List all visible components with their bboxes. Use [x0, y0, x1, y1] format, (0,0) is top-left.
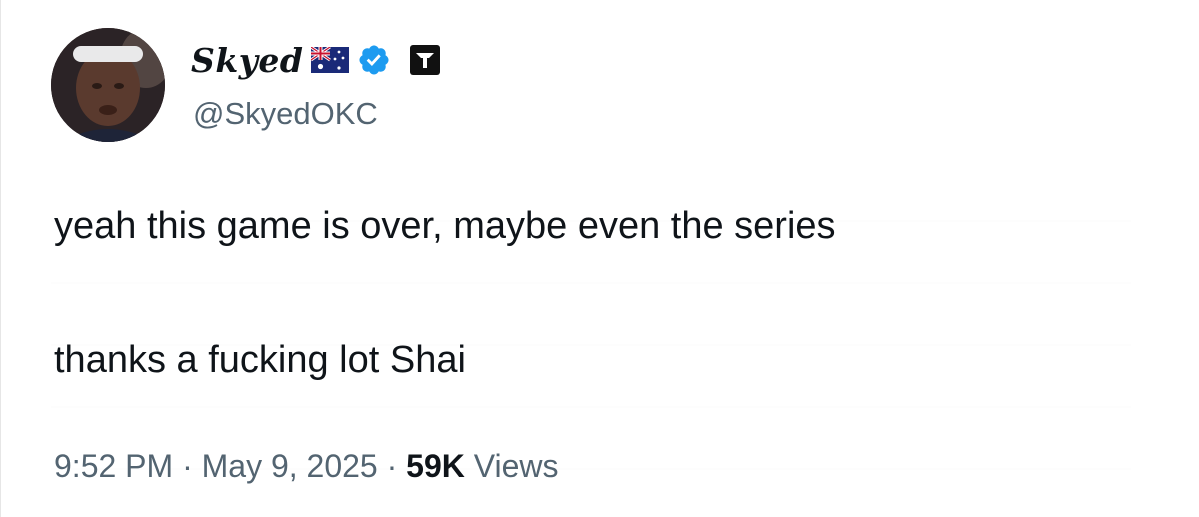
views-label: Views — [464, 448, 559, 484]
meta-separator-2: · — [377, 448, 407, 484]
user-handle[interactable]: @SkyedOKC — [193, 96, 378, 132]
tweet-date[interactable]: May 9, 2025 — [202, 448, 378, 484]
tweet-time[interactable]: 9:52 PM — [54, 448, 173, 484]
australia-flag-icon — [310, 45, 350, 73]
views-count[interactable]: 59K — [406, 448, 465, 484]
avatar[interactable] — [51, 28, 165, 142]
avatar-image — [51, 28, 165, 142]
meta-separator: · — [173, 448, 202, 484]
tweet-card: Skyed @SkyedOKC yeah this game is over, … — [0, 0, 1199, 517]
tweet-meta: 9:52 PM · May 9, 2025 · 59K Views — [54, 450, 559, 482]
verified-badge-icon[interactable] — [357, 43, 391, 77]
team-affiliate-badge-icon[interactable] — [399, 44, 441, 76]
name-row: Skyed — [191, 36, 441, 84]
tweet-text-line-1: yeah this game is over, maybe even the s… — [54, 205, 836, 247]
display-name[interactable]: Skyed — [191, 44, 303, 77]
tweet-text-line-2: thanks a fucking lot Shai — [54, 339, 466, 381]
